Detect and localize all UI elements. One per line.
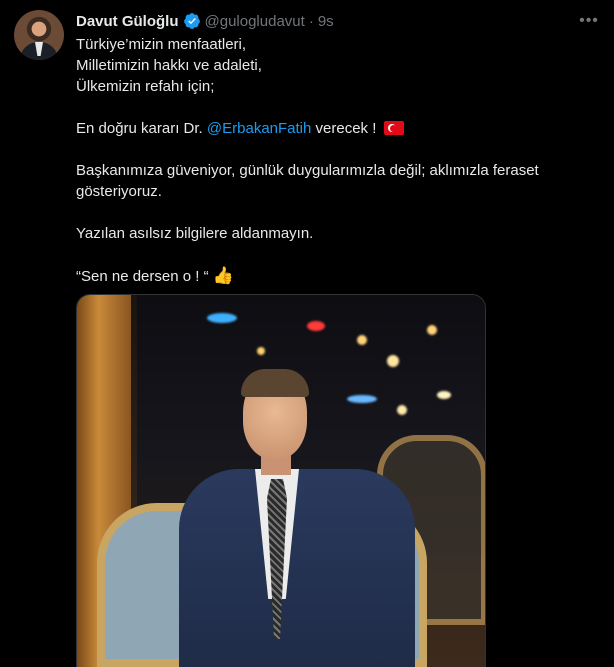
photo-person xyxy=(179,369,415,667)
thumbs-up-icon: 👍 xyxy=(212,266,234,285)
tweet-line: Başkanımıza güveniyor, günlük duygularım… xyxy=(76,162,539,200)
tweet-line: “Sen ne dersen o ! “👍 xyxy=(76,265,586,287)
tweet-text-segment: “Sen ne dersen o ! “ xyxy=(76,268,209,285)
avatar[interactable] xyxy=(14,10,64,60)
tweet-time[interactable]: 9s xyxy=(318,13,334,30)
tweet-line: Türkiye’mizin menfaatleri, xyxy=(76,36,247,53)
tweet-text-segment: En doğru kararı Dr. xyxy=(76,120,207,137)
tweet-line: Milletimizin hakkı ve adaleti, xyxy=(76,57,262,74)
verified-badge-icon xyxy=(183,13,200,29)
tweet-line: En doğru kararı Dr. @ErbakanFatih verece… xyxy=(76,118,586,139)
more-options-icon[interactable]: ••• xyxy=(578,10,600,32)
tweet-text-segment: verecek ! xyxy=(311,120,381,137)
mention-link[interactable]: @ErbakanFatih xyxy=(207,120,311,137)
author-handle[interactable]: @gulogludavut xyxy=(205,13,305,30)
tweet-text: Türkiye’mizin menfaatleri, Milletimizin … xyxy=(76,34,586,287)
tweet-line: Yazılan asılsız bilgilere aldanmayın. xyxy=(76,225,314,242)
tweet-header: Davut Güloğlu @gulogludavut · 9s xyxy=(76,10,334,32)
tweet-line: Ülkemizin refahı için; xyxy=(76,78,215,95)
author-name[interactable]: Davut Güloğlu xyxy=(76,13,179,30)
tweet-photo[interactable] xyxy=(76,294,486,667)
separator-dot: · xyxy=(308,12,314,30)
turkey-flag-icon xyxy=(383,121,404,135)
tweet[interactable]: Davut Güloğlu @gulogludavut · 9s ••• Tür… xyxy=(0,0,614,667)
